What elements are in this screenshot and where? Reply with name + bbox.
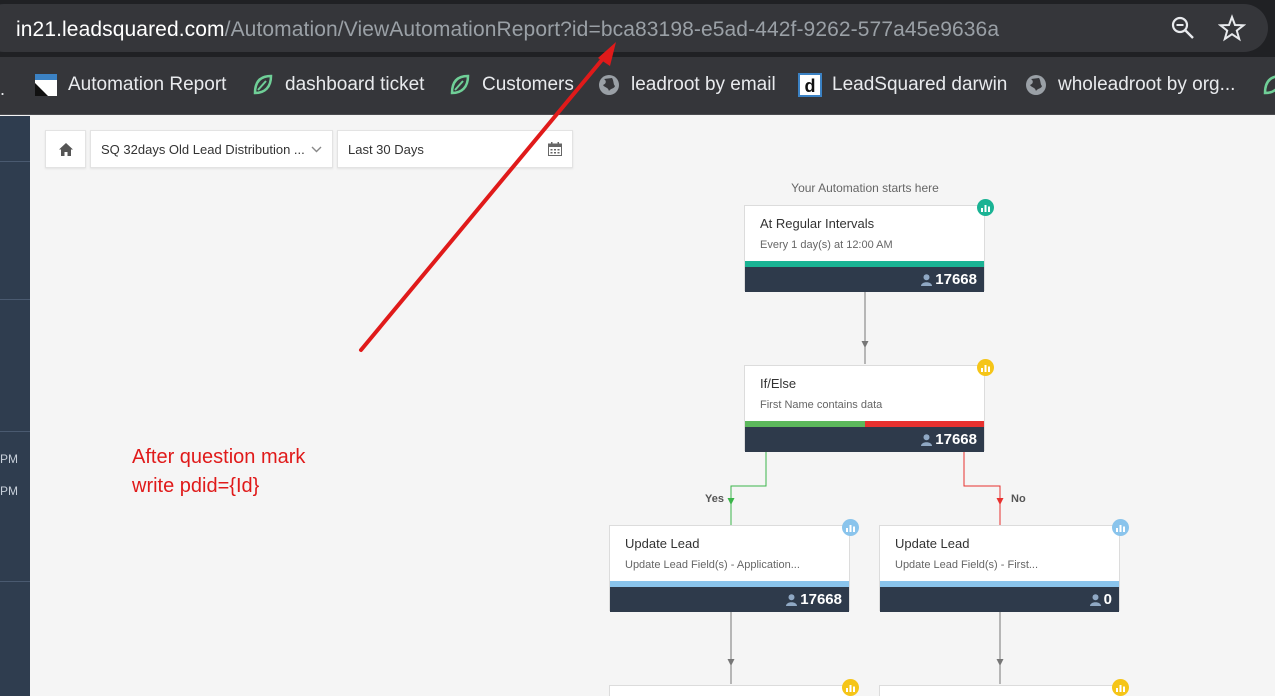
home-button[interactable]: [45, 130, 86, 168]
node-footer: 17668: [745, 427, 984, 452]
annotation-line-1: After question mark: [132, 446, 306, 468]
leaf-icon: [450, 74, 470, 95]
automation-report-icon: [35, 74, 57, 96]
node-footer: 0: [880, 587, 1119, 612]
node-subtitle: First Name contains data: [760, 399, 883, 411]
bookmark-customers[interactable]: Customers: [448, 57, 574, 113]
automation-select-value: SQ 32days Old Lead Distribution ...: [101, 141, 305, 157]
branch-no-label: No: [1011, 493, 1026, 505]
connector-lines: [727, 291, 1004, 684]
date-range-picker[interactable]: Last 30 Days: [337, 130, 573, 168]
user-icon: [921, 433, 933, 446]
bookmark-label: leadroot by email: [631, 74, 776, 95]
bookmark-star-icon[interactable]: [1218, 14, 1246, 42]
svg-text:d: d: [805, 76, 816, 96]
bookmark-automation-report[interactable]: Automation Report: [34, 57, 226, 113]
node-count: 0: [1089, 591, 1112, 608]
bookmark-label: dashboard ticket: [285, 74, 425, 95]
node-count: 17668: [921, 271, 977, 288]
update-lead-node-no[interactable]: Update Lead Update Lead Field(s) - First…: [879, 525, 1120, 612]
bookmark-leadroot-by-email[interactable]: leadroot by email: [597, 57, 776, 113]
branch-yes-label: Yes: [705, 493, 724, 505]
flow-start-label: Your Automation starts here: [791, 181, 939, 195]
node-count-value: 0: [1103, 591, 1112, 608]
bookmarks-bar: . Automation Report dashboard ticket Cus…: [0, 57, 1275, 115]
node-subtitle: Every 1 day(s) at 12:00 AM: [760, 239, 893, 251]
stats-chart-icon[interactable]: [842, 519, 859, 536]
bookmark-label: Automation Report: [68, 74, 227, 95]
url-text[interactable]: in21.leadsquared.com/Automation/ViewAuto…: [16, 18, 999, 42]
node-subtitle: Update Lead Field(s) - First...: [895, 559, 1039, 571]
bookmark-label: LeadSquared darwin: [832, 74, 1008, 95]
stats-chart-icon[interactable]: [977, 359, 994, 376]
node-footer: 17668: [745, 267, 984, 292]
overflow-dot: .: [0, 79, 6, 99]
bookmark-wholeadroot-by-org[interactable]: wholeadroot by org...: [1024, 57, 1235, 113]
node-title: Update Lead: [895, 536, 970, 551]
app-sidebar: PM PM: [0, 116, 30, 696]
d-logo-icon: d: [798, 73, 822, 97]
node-count-value: 17668: [935, 271, 977, 288]
node-footer: 17668: [610, 587, 849, 612]
sidebar-divider: [0, 581, 30, 582]
node-title: At Regular Intervals: [760, 216, 875, 231]
stats-chart-icon[interactable]: [977, 199, 994, 216]
globe-icon: [599, 75, 619, 95]
node-subtitle: Update Lead Field(s) - Application...: [625, 559, 800, 571]
if-else-node[interactable]: If/Else First Name contains data 17668: [744, 365, 985, 452]
bookmark-leadsquared-darwin[interactable]: d LeadSquared darwin: [798, 57, 1007, 113]
calendar-icon: [548, 142, 562, 156]
sidebar-divider: [0, 431, 30, 432]
sidebar-time-text: PM: [0, 452, 18, 466]
stats-chart-icon[interactable]: [1112, 519, 1129, 536]
user-icon: [921, 273, 933, 286]
home-icon: [58, 142, 73, 156]
chevron-down-icon: [311, 146, 322, 152]
sidebar-divider: [0, 299, 30, 300]
trigger-node[interactable]: At Regular Intervals Every 1 day(s) at 1…: [744, 205, 985, 292]
address-bar[interactable]: in21.leadsquared.com/Automation/ViewAuto…: [0, 4, 1268, 52]
url-path: /Automation/ViewAutomationReport?id=bca8…: [224, 18, 1000, 41]
user-icon: [786, 593, 798, 606]
automation-select[interactable]: SQ 32days Old Lead Distribution ...: [90, 130, 333, 168]
leaf-icon[interactable]: [1261, 73, 1275, 97]
globe-icon: [1026, 75, 1046, 95]
url-domain: in21.leadsquared.com: [16, 18, 225, 41]
zoom-icon[interactable]: [1170, 15, 1196, 41]
node-count-value: 17668: [935, 431, 977, 448]
stats-chart-icon[interactable]: [1112, 679, 1129, 696]
sidebar-time-text: PM: [0, 484, 18, 498]
sidebar-divider: [0, 161, 30, 162]
stats-chart-icon[interactable]: [842, 679, 859, 696]
user-icon: [1089, 593, 1101, 606]
bookmark-dashboard-ticket[interactable]: dashboard ticket: [251, 57, 424, 113]
bookmark-label: Customers: [482, 74, 574, 95]
browser-toolbar: in21.leadsquared.com/Automation/ViewAuto…: [0, 0, 1275, 57]
annotation-line-2: write pdid={Id}: [132, 475, 260, 497]
node-title: If/Else: [760, 376, 797, 391]
annotation-note: After question mark write pdid={Id}: [132, 443, 305, 501]
node-count: 17668: [921, 431, 977, 448]
next-node-right[interactable]: [879, 685, 1120, 696]
report-filter-bar: SQ 32days Old Lead Distribution ... Last…: [45, 130, 573, 168]
node-title: Update Lead: [625, 536, 700, 551]
bookmark-label: wholeadroot by org...: [1058, 74, 1236, 95]
date-range-value: Last 30 Days: [348, 141, 424, 157]
node-count: 17668: [786, 591, 842, 608]
leaf-icon: [253, 74, 273, 95]
node-count-value: 17668: [800, 591, 842, 608]
update-lead-node-yes[interactable]: Update Lead Update Lead Field(s) - Appli…: [609, 525, 850, 612]
next-node-left[interactable]: [609, 685, 850, 696]
